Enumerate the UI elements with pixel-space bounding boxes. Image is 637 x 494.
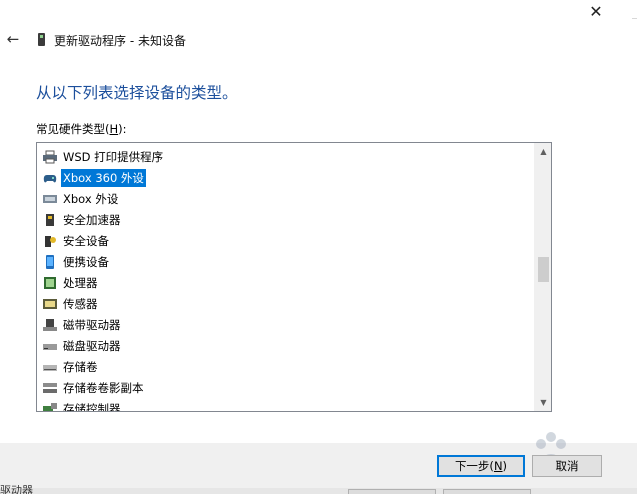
- shadow-copy-icon: [42, 381, 58, 395]
- scroll-up-button[interactable]: ▲: [535, 143, 551, 160]
- portable-device-icon: [42, 254, 58, 269]
- disk-drive-icon: [42, 339, 58, 353]
- list-item[interactable]: 存储卷: [37, 356, 531, 377]
- back-arrow-icon: ←: [6, 30, 20, 48]
- list-item-label: WSD 打印提供程序: [63, 149, 164, 164]
- list-item-label: Xbox 360 外设: [61, 168, 146, 187]
- list-item-label: 处理器: [63, 275, 98, 290]
- sensor-icon: [42, 297, 58, 311]
- cancel-button[interactable]: 取消: [532, 455, 602, 477]
- window-title: 更新驱动程序 - 未知设备: [54, 34, 186, 48]
- list-item[interactable]: 磁带驱动器: [37, 314, 531, 335]
- list-item[interactable]: 存储卷卷影副本: [37, 377, 531, 398]
- storage-controller-icon: [42, 402, 58, 411]
- gamepad-icon: [42, 171, 58, 185]
- list-item[interactable]: 磁盘驱动器: [37, 335, 531, 356]
- list-item[interactable]: WSD 打印提供程序: [37, 146, 531, 167]
- list-item[interactable]: 安全加速器: [37, 209, 531, 230]
- list-item[interactable]: Xbox 360 外设: [37, 167, 531, 188]
- next-label-prefix: 下一步(: [454, 459, 494, 473]
- label-accesskey: H: [109, 122, 119, 136]
- scroll-down-button[interactable]: ▼: [535, 394, 551, 411]
- close-icon: ✕: [589, 1, 603, 21]
- next-label-suffix: ): [502, 459, 508, 473]
- list-item-label: 磁盘驱动器: [63, 338, 121, 353]
- tape-drive-icon: [42, 318, 58, 332]
- list-items: WSD 打印提供程序 Xbox 360 外设 Xbox 外设 安全加速器安全设备便携设…: [37, 146, 531, 412]
- list-item-label: 便携设备: [63, 254, 109, 269]
- next-accesskey: N: [493, 459, 503, 473]
- list-item-label: Xbox 外设: [63, 191, 119, 206]
- list-item-label: 安全设备: [63, 233, 109, 248]
- hardware-type-list[interactable]: WSD 打印提供程序 Xbox 360 外设 Xbox 外设 安全加速器安全设备便携设…: [36, 142, 552, 412]
- label-suffix: ):: [118, 122, 127, 136]
- processor-icon: [42, 276, 58, 290]
- printer-icon: [42, 150, 58, 164]
- device-icon: [38, 33, 45, 46]
- list-item-label: 安全加速器: [63, 212, 121, 227]
- close-button[interactable]: ✕: [578, 0, 614, 22]
- background-button: [443, 489, 531, 494]
- background-button: [348, 489, 436, 494]
- page-heading: 从以下列表选择设备的类型。: [36, 84, 238, 102]
- back-button[interactable]: ←: [4, 30, 22, 48]
- background-window-strip: [0, 488, 637, 494]
- list-item-label: 磁带驱动器: [63, 317, 121, 332]
- security-accelerator-icon: [42, 213, 58, 227]
- list-item[interactable]: 安全设备: [37, 230, 531, 251]
- window-edge: [632, 18, 637, 42]
- list-item[interactable]: Xbox 外设: [37, 188, 531, 209]
- security-device-icon: [42, 234, 58, 248]
- list-item-label: 存储卷: [63, 359, 98, 374]
- list-item-label: 存储卷卷影副本: [63, 380, 144, 395]
- hardware-type-label: 常见硬件类型(H):: [36, 121, 127, 137]
- background-text: 驱动器: [0, 484, 33, 494]
- list-item[interactable]: 便携设备: [37, 251, 531, 272]
- vertical-scrollbar[interactable]: ▲ ▼: [534, 143, 551, 411]
- xbox-peripheral-icon: [42, 192, 58, 206]
- list-item[interactable]: 存储控制器: [37, 398, 531, 412]
- storage-volume-icon: [42, 360, 58, 374]
- list-item[interactable]: 传感器: [37, 293, 531, 314]
- list-item[interactable]: 处理器: [37, 272, 531, 293]
- list-item-label: 传感器: [63, 296, 98, 311]
- label-prefix: 常见硬件类型(: [36, 122, 110, 136]
- scroll-thumb[interactable]: [538, 257, 549, 282]
- next-button[interactable]: 下一步(N): [437, 455, 525, 477]
- list-item-label: 存储控制器: [63, 401, 121, 412]
